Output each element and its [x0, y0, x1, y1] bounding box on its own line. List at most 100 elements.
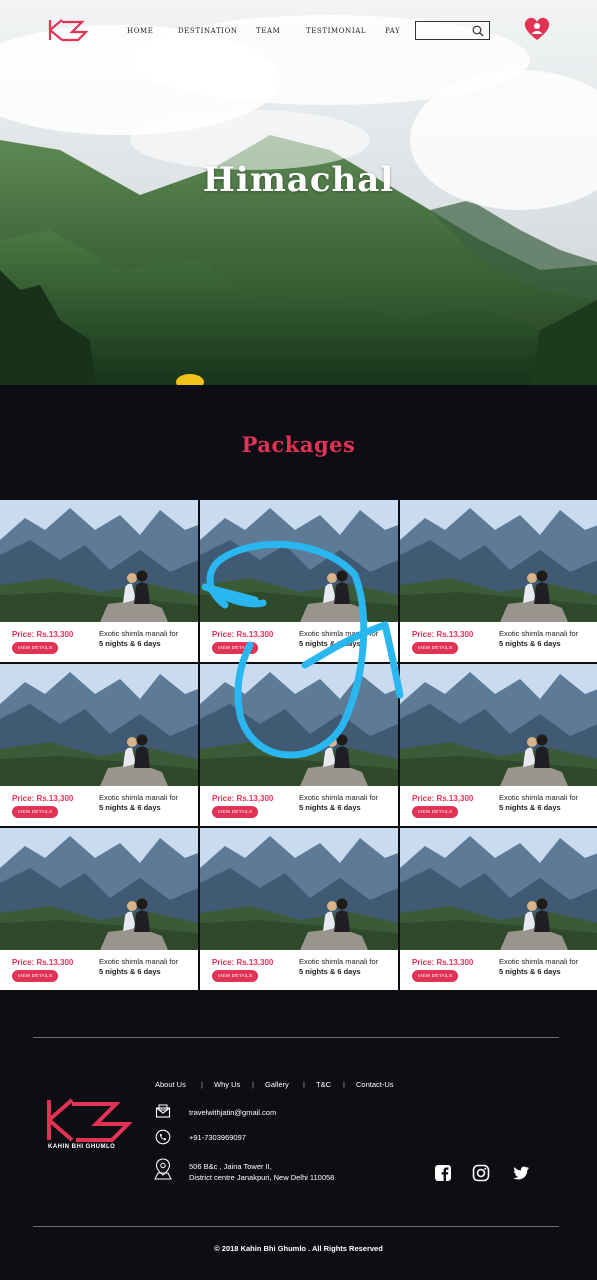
package-desc-line2: 5 nights & 6 days [99, 967, 161, 976]
view-details-button[interactable]: VIEW DETAILS [212, 970, 258, 982]
package-card[interactable]: Price: Rs.13,300 VIEW DETAILS Exotic shi… [200, 500, 398, 662]
package-card[interactable]: Price: Rs.13,300 VIEW DETAILS Exotic shi… [0, 500, 198, 662]
package-desc-line1: Exotic shimla manali for [499, 629, 579, 638]
footer-link-why-us[interactable]: Why Us [214, 1080, 240, 1089]
package-description: Exotic shimla manali for 5 nights & 6 da… [499, 629, 595, 649]
mail-icon [155, 1104, 171, 1118]
package-card[interactable]: Price: Rs.13,300 VIEW DETAILS Exotic shi… [200, 828, 398, 990]
package-card[interactable]: Price: Rs.13,300 VIEW DETAILS Exotic shi… [400, 828, 597, 990]
instagram-icon[interactable] [472, 1164, 490, 1182]
package-desc-line2: 5 nights & 6 days [299, 967, 361, 976]
nav-home[interactable]: HOME [127, 27, 154, 35]
package-desc-line2: 5 nights & 6 days [99, 639, 161, 648]
package-photo[interactable] [0, 828, 198, 950]
package-photo[interactable] [200, 828, 398, 950]
copyright-text: © 2018 Kahin Bhi Ghumlo . All Rights Res… [214, 1244, 383, 1253]
brand-logo[interactable] [48, 18, 88, 42]
link-separator: | [252, 1080, 254, 1089]
package-desc-line1: Exotic shimla manali for [99, 957, 179, 966]
footer-email[interactable]: travelwithjatin@gmail.com [189, 1107, 276, 1118]
footer-link-about[interactable]: About Us [155, 1080, 186, 1089]
nav-team[interactable]: TEAM [256, 27, 280, 35]
package-photo[interactable] [400, 828, 597, 950]
package-card[interactable]: Price: Rs.13,300 VIEW DETAILS Exotic shi… [400, 500, 597, 662]
nav-pay[interactable]: PAY [385, 27, 400, 35]
package-desc-line1: Exotic shimla manali for [299, 793, 379, 802]
package-info: Price: Rs.13,300 VIEW DETAILS Exotic shi… [200, 950, 398, 990]
package-info: Price: Rs.13,300 VIEW DETAILS Exotic shi… [0, 950, 198, 990]
profile-icon[interactable] [523, 16, 551, 42]
packages-grid: Price: Rs.13,300 VIEW DETAILS Exotic shi… [0, 500, 597, 992]
package-description: Exotic shimla manali for 5 nights & 6 da… [99, 629, 195, 649]
package-info: Price: Rs.13,300 VIEW DETAILS Exotic shi… [400, 786, 597, 826]
nav-testimonial[interactable]: TESTIMONIAL [306, 27, 366, 35]
package-description: Exotic shimla manali for 5 nights & 6 da… [99, 793, 195, 813]
mountain-couple-image [200, 828, 398, 950]
view-details-button[interactable]: VIEW DETAILS [12, 806, 58, 818]
view-details-button[interactable]: VIEW DETAILS [212, 642, 258, 654]
mountain-couple-image [0, 828, 198, 950]
package-info: Price: Rs.13,300 VIEW DETAILS Exotic shi… [0, 786, 198, 826]
package-desc-line2: 5 nights & 6 days [99, 803, 161, 812]
package-desc-line2: 5 nights & 6 days [499, 967, 561, 976]
footer-address: 506 B&c , Jaina Tower II, District centr… [189, 1161, 334, 1183]
package-description: Exotic shimla manali for 5 nights & 6 da… [99, 957, 195, 977]
package-photo[interactable] [200, 664, 398, 786]
view-details-button[interactable]: VIEW DETAILS [12, 970, 58, 982]
package-photo[interactable] [400, 500, 597, 622]
package-card[interactable]: Price: Rs.13,300 VIEW DETAILS Exotic shi… [200, 664, 398, 826]
package-desc-line2: 5 nights & 6 days [299, 803, 361, 812]
mountain-couple-image [400, 828, 597, 950]
package-price: Price: Rs.13,300 [212, 794, 274, 803]
footer-divider-bottom [33, 1226, 559, 1227]
package-photo[interactable] [400, 664, 597, 786]
view-details-button[interactable]: VIEW DETAILS [212, 806, 258, 818]
mountain-couple-image [400, 500, 597, 622]
package-info: Price: Rs.13,300 VIEW DETAILS Exotic shi… [200, 622, 398, 662]
address-line-2: District centre Janakpuri, New Delhi 110… [189, 1173, 335, 1182]
hero-title: Himachal [202, 160, 395, 200]
package-info: Price: Rs.13,300 VIEW DETAILS Exotic shi… [0, 622, 198, 662]
package-card[interactable]: Price: Rs.13,300 VIEW DETAILS Exotic shi… [0, 664, 198, 826]
search-input[interactable] [419, 25, 469, 37]
twitter-icon[interactable] [512, 1164, 530, 1182]
package-desc-line1: Exotic shimla manali for [99, 629, 179, 638]
package-photo[interactable] [0, 500, 198, 622]
address-line-1: 506 B&c , Jaina Tower II, [189, 1162, 272, 1171]
view-details-button[interactable]: VIEW DETAILS [412, 806, 458, 818]
link-separator: | [303, 1080, 305, 1089]
package-price: Price: Rs.13,300 [212, 630, 274, 639]
mountain-couple-image [0, 500, 198, 622]
view-details-button[interactable]: VIEW DETAILS [412, 970, 458, 982]
link-separator: | [201, 1080, 203, 1089]
footer-link-tc[interactable]: T&C [316, 1080, 331, 1089]
link-separator: | [343, 1080, 345, 1089]
package-price: Price: Rs.13,300 [12, 794, 74, 803]
package-price: Price: Rs.13,300 [412, 794, 474, 803]
facebook-icon[interactable] [434, 1164, 452, 1182]
search-box [415, 21, 490, 40]
package-photo[interactable] [200, 500, 398, 622]
search-icon[interactable] [472, 25, 484, 37]
footer-link-contact[interactable]: Contact-Us [356, 1080, 394, 1089]
package-card[interactable]: Price: Rs.13,300 VIEW DETAILS Exotic shi… [0, 828, 198, 990]
package-description: Exotic shimla manali for 5 nights & 6 da… [299, 957, 395, 977]
view-details-button[interactable]: VIEW DETAILS [412, 642, 458, 654]
footer-phone[interactable]: +91-7303969097 [189, 1132, 246, 1143]
package-info: Price: Rs.13,300 VIEW DETAILS Exotic shi… [200, 786, 398, 826]
package-card[interactable]: Price: Rs.13,300 VIEW DETAILS Exotic shi… [400, 664, 597, 826]
package-description: Exotic shimla manali for 5 nights & 6 da… [299, 629, 395, 649]
package-photo[interactable] [0, 664, 198, 786]
package-desc-line1: Exotic shimla manali for [99, 793, 179, 802]
nav-destination[interactable]: DESTINATION [178, 27, 238, 35]
package-description: Exotic shimla manali for 5 nights & 6 da… [299, 793, 395, 813]
mountain-couple-image [400, 664, 597, 786]
mountain-couple-image [200, 664, 398, 786]
footer-link-gallery[interactable]: Gallery [265, 1080, 289, 1089]
footer-divider-top [33, 1037, 559, 1038]
location-pin-icon [154, 1158, 172, 1180]
package-info: Price: Rs.13,300 VIEW DETAILS Exotic shi… [400, 622, 597, 662]
package-desc-line1: Exotic shimla manali for [299, 957, 379, 966]
package-desc-line1: Exotic shimla manali for [499, 793, 579, 802]
view-details-button[interactable]: VIEW DETAILS [12, 642, 58, 654]
